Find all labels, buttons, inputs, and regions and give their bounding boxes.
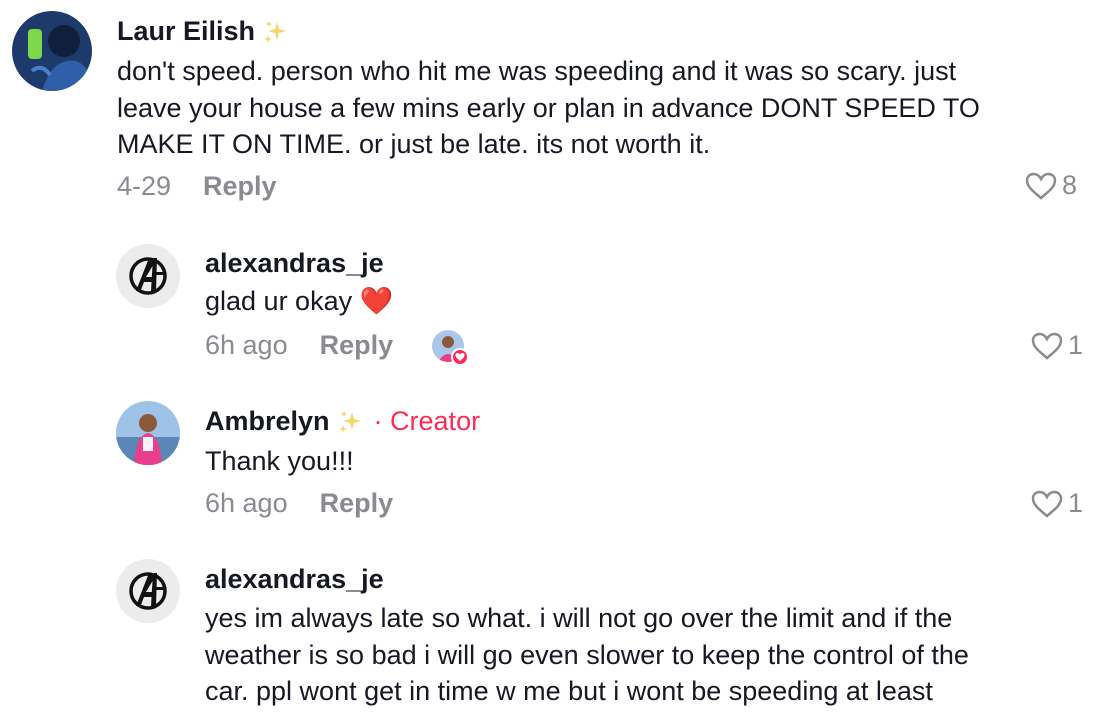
- reply-button[interactable]: Reply: [203, 171, 277, 202]
- avatar[interactable]: [116, 244, 180, 308]
- avengers-logo-icon: [129, 257, 167, 295]
- comment-meta: 6h ago Reply: [205, 488, 393, 519]
- comment-meta: 6h ago Reply: [205, 330, 393, 361]
- creator-badge: · Creator: [373, 406, 481, 436]
- like-count: 8: [1062, 170, 1078, 200]
- comment-text: glad ur okay ❤️: [205, 283, 393, 320]
- reply-item: alexandras_je yes im always late so what…: [0, 540, 1112, 712]
- sparkles-icon: [264, 20, 287, 43]
- avengers-logo-icon: [129, 572, 167, 610]
- comment-text-line: yes im always late so what. i will not g…: [205, 603, 953, 633]
- comment-text: yes im always late so what. i will not g…: [205, 600, 969, 710]
- comment-text-line: Thank you!!!: [205, 446, 354, 476]
- comment-date: 6h ago: [205, 330, 288, 360]
- comment-date: 4-29: [117, 171, 172, 201]
- avatar[interactable]: [116, 401, 180, 465]
- reply-item: Ambrelyn · Creator Thank you!!! 6h ago R…: [0, 380, 1112, 540]
- avatar[interactable]: [12, 11, 92, 91]
- reply-button[interactable]: Reply: [320, 330, 394, 361]
- comment-text-line: don't speed. person who hit me was speed…: [117, 56, 957, 86]
- username[interactable]: alexandras_je: [205, 564, 384, 595]
- comment-text-line: weather is so bad i will go even slower …: [205, 639, 969, 670]
- reply-button[interactable]: Reply: [320, 488, 394, 519]
- comment-meta: 4-29 Reply: [117, 171, 277, 202]
- comment-text: don't speed. person who hit me was speed…: [117, 53, 980, 163]
- comment-text: Thank you!!!: [205, 443, 354, 480]
- username[interactable]: Laur Eilish: [117, 16, 289, 47]
- avatar[interactable]: [116, 559, 180, 623]
- reply-item: alexandras_je glad ur okay ❤️ 6h ago Rep…: [0, 220, 1112, 380]
- comment-date: 6h ago: [205, 488, 288, 518]
- comment-item: Laur Eilish don't speed. person who hit …: [0, 0, 1112, 220]
- heart-outline-icon: [1031, 490, 1063, 518]
- username[interactable]: alexandras_je: [205, 248, 384, 279]
- like-button[interactable]: 1: [1030, 488, 1083, 519]
- username[interactable]: Ambrelyn · Creator: [205, 406, 480, 437]
- like-button[interactable]: 1: [1030, 330, 1083, 361]
- like-button[interactable]: 8: [1024, 170, 1077, 201]
- sparkles-icon: [338, 410, 361, 433]
- like-count: 1: [1068, 330, 1084, 360]
- comment-text-line: MAKE IT ON TIME. or just be late. its no…: [117, 129, 711, 159]
- heart-outline-icon: [1025, 172, 1057, 200]
- comment-text-line: leave your house a few mins early or pla…: [117, 92, 980, 123]
- heart-outline-icon: [1031, 332, 1063, 360]
- like-count: 1: [1068, 488, 1084, 518]
- creator-liked-heart-icon: [451, 348, 469, 366]
- comment-text-line: car. ppl wont get in time w me but i won…: [205, 676, 933, 706]
- comment-text-line: glad ur okay ❤️: [205, 286, 394, 316]
